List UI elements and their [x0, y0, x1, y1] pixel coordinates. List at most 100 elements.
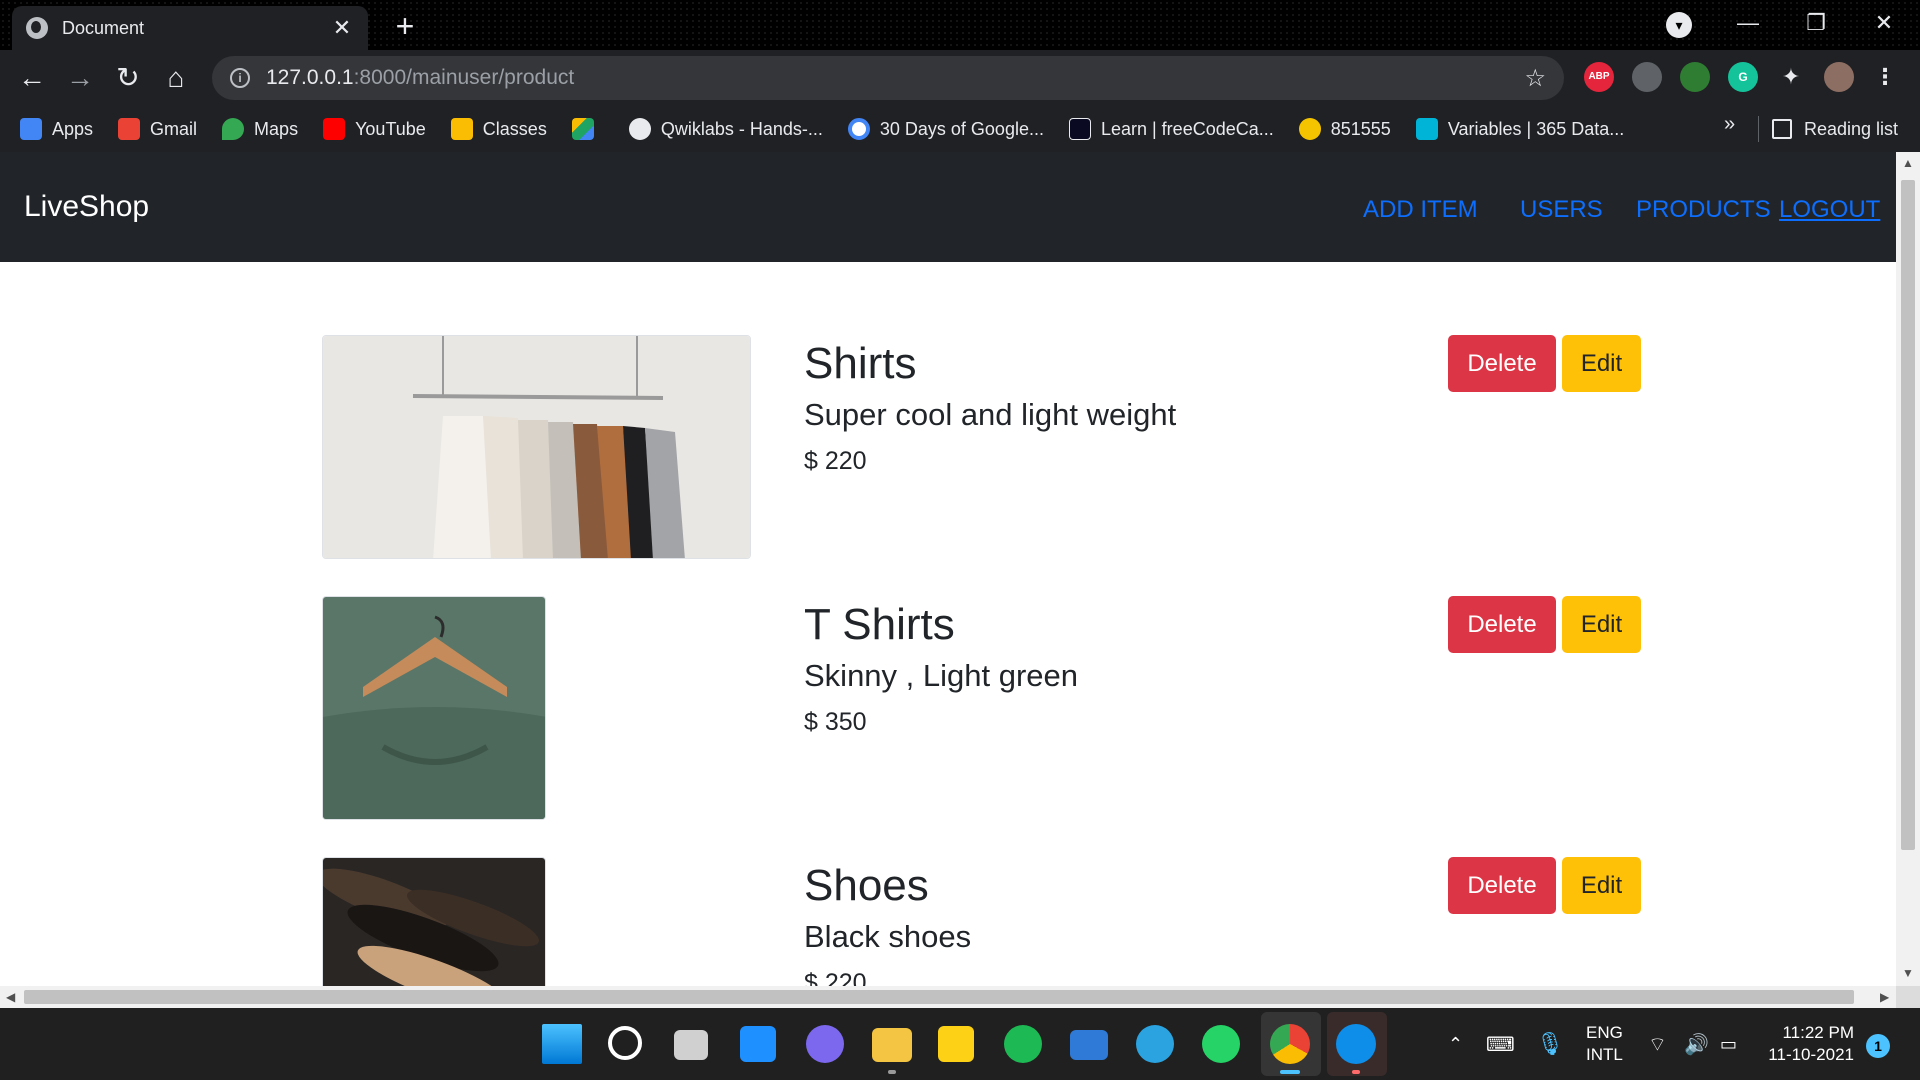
bookmarks-overflow-button[interactable]: »	[1724, 113, 1735, 136]
globe-icon	[26, 17, 48, 39]
scrollbar-corner	[1896, 986, 1920, 1008]
mail-icon[interactable]	[1070, 1030, 1108, 1060]
language-indicator[interactable]: ENG INTL	[1586, 1022, 1623, 1066]
bookmark-drive[interactable]	[571, 118, 604, 140]
vertical-scroll-thumb[interactable]	[1901, 180, 1915, 850]
bookmark-apps[interactable]: Apps	[20, 118, 93, 140]
edit-button[interactable]: Edit	[1562, 596, 1641, 653]
bug-extension-icon[interactable]	[1632, 62, 1662, 92]
reading-list-button[interactable]: Reading list	[1772, 106, 1898, 152]
sticky-notes-icon[interactable]	[938, 1026, 974, 1062]
edit-button[interactable]: Edit	[1562, 857, 1641, 914]
close-tab-icon[interactable]: ✕	[330, 15, 354, 41]
teamviewer-icon[interactable]	[1336, 1024, 1376, 1064]
keyboard-icon[interactable]: ⌨	[1486, 1008, 1515, 1080]
bookmark-youtube[interactable]: YouTube	[323, 118, 426, 140]
product-description: Skinny , Light green	[804, 658, 1079, 693]
back-button[interactable]: ←	[14, 60, 50, 96]
clock[interactable]: 11:22 PM 11-10-2021	[1762, 1022, 1854, 1066]
url-host: 127.0.0.1	[266, 66, 354, 89]
windows-start-icon[interactable]	[542, 1024, 582, 1064]
file-explorer-icon[interactable]	[872, 1028, 912, 1062]
reload-button[interactable]: ↻	[110, 60, 146, 96]
address-bar[interactable]: i 127.0.0.1:8000/mainuser/product ☆	[212, 56, 1564, 100]
bookmark-classes[interactable]: Classes	[450, 118, 547, 140]
tab-search-button[interactable]: ▾	[1666, 12, 1692, 38]
notification-badge[interactable]: 1	[1866, 1034, 1890, 1058]
bookmark-gmail[interactable]: Gmail	[118, 118, 197, 140]
menu-kebab-icon[interactable]: ⋮	[1870, 62, 1900, 92]
coin-icon	[1298, 118, 1321, 140]
edit-button[interactable]: Edit	[1562, 335, 1641, 392]
spotify-icon[interactable]	[1004, 1025, 1042, 1063]
widgets-icon[interactable]	[740, 1026, 776, 1062]
close-window-button[interactable]: ✕	[1854, 6, 1914, 40]
product-card: T Shirts Skinny , Light green $ 350 Dele…	[322, 596, 1642, 826]
bookmark-label: 30 Days of Google...	[879, 118, 1044, 139]
scroll-left-arrow-icon[interactable]: ◀	[6, 986, 15, 1008]
chrome-icon[interactable]	[1270, 1024, 1310, 1064]
delete-button[interactable]: Delete	[1448, 596, 1556, 653]
microphone-icon[interactable]: 🎙	[1536, 1008, 1564, 1080]
volume-icon[interactable]: 🔊	[1684, 1008, 1709, 1080]
scroll-up-arrow-icon[interactable]: ▲	[1896, 156, 1920, 170]
language-code: ENG	[1586, 1023, 1623, 1042]
browser-toolbar: ← → ↻ ⌂ i 127.0.0.1:8000/mainuser/produc…	[0, 50, 1920, 106]
product-image-shoes	[322, 857, 546, 986]
search-icon[interactable]	[608, 1026, 642, 1060]
site-navbar: LiveShop ADD ITEM USERS PRODUCTS LOGOUT	[0, 152, 1896, 262]
product-price: $ 220	[804, 447, 867, 475]
maps-icon	[222, 118, 245, 140]
nav-logout[interactable]: LOGOUT	[1779, 196, 1880, 224]
extensions-puzzle-icon[interactable]: ✦	[1776, 62, 1806, 92]
bookmark-851555[interactable]: 851555	[1298, 118, 1391, 140]
new-tab-button[interactable]: +	[388, 8, 422, 45]
profile-avatar[interactable]	[1824, 62, 1854, 92]
forward-button[interactable]: →	[62, 60, 98, 96]
horizontal-scrollbar[interactable]: ◀ ▶	[0, 986, 1896, 1008]
tab-strip: Document ✕ + ▾ — ❐ ✕	[0, 0, 1920, 50]
web-page: LiveShop ADD ITEM USERS PRODUCTS LOGOUT	[0, 152, 1896, 986]
horizontal-scroll-thumb[interactable]	[24, 990, 1854, 1004]
tree-extension-icon[interactable]	[1680, 62, 1710, 92]
browser-tab[interactable]: Document ✕	[12, 6, 368, 50]
product-card: Shoes Black shoes $ 220 Delete Edit	[322, 857, 1642, 986]
scroll-right-arrow-icon[interactable]: ▶	[1880, 986, 1889, 1008]
reading-list-label: Reading list	[1804, 118, 1899, 139]
wifi-icon[interactable]: ⌔	[1648, 1008, 1667, 1080]
nav-products[interactable]: PRODUCTS	[1636, 196, 1771, 224]
site-brand[interactable]: LiveShop	[24, 190, 149, 224]
whatsapp-icon[interactable]	[1202, 1025, 1240, 1063]
bookmark-google[interactable]: 30 Days of Google...	[847, 118, 1044, 140]
task-view-icon[interactable]	[674, 1030, 708, 1060]
adblock-icon[interactable]: ABP	[1584, 62, 1614, 92]
bookmark-label: Variables | 365 Data...	[1447, 118, 1625, 139]
bookmark-freecodecamp[interactable]: Learn | freeCodeCa...	[1068, 118, 1274, 140]
telegram-icon[interactable]	[1136, 1025, 1174, 1063]
bookmark-star-icon[interactable]: ☆	[1524, 64, 1546, 93]
bookmark-label: Apps	[52, 118, 94, 139]
gmail-icon	[118, 118, 141, 140]
minimize-button[interactable]: —	[1718, 6, 1778, 40]
tray-overflow-chevron-icon[interactable]: ⌃	[1448, 1008, 1463, 1080]
bookmark-qwiklabs[interactable]: Qwiklabs - Hands-...	[628, 118, 823, 140]
product-name: T Shirts	[804, 600, 955, 649]
vertical-scrollbar[interactable]: ▲ ▼	[1896, 152, 1920, 986]
running-indicator	[1352, 1070, 1360, 1074]
product-image-shirts	[322, 335, 751, 559]
restore-button[interactable]: ❐	[1786, 6, 1846, 40]
scroll-down-arrow-icon[interactable]: ▼	[1896, 966, 1920, 980]
nav-users[interactable]: USERS	[1520, 196, 1603, 224]
bookmark-label: Learn | freeCodeCa...	[1100, 118, 1274, 139]
home-button[interactable]: ⌂	[158, 60, 194, 96]
delete-button[interactable]: Delete	[1448, 335, 1556, 392]
teams-chat-icon[interactable]	[806, 1025, 844, 1063]
globe-icon	[628, 118, 651, 140]
bookmark-maps[interactable]: Maps	[222, 118, 298, 140]
bookmark-365data[interactable]: Variables | 365 Data...	[1415, 118, 1625, 140]
battery-icon[interactable]: ▭	[1720, 1008, 1737, 1080]
grammarly-icon[interactable]: G	[1728, 62, 1758, 92]
delete-button[interactable]: Delete	[1448, 857, 1556, 914]
site-info-icon[interactable]: i	[230, 68, 250, 88]
nav-add-item[interactable]: ADD ITEM	[1363, 196, 1478, 224]
